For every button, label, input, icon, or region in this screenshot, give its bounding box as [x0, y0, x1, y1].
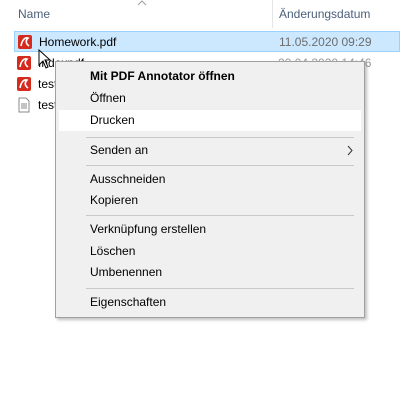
menu-item-open[interactable]: Öffnen [59, 88, 361, 109]
context-menu: Mit PDF Annotator öffnen Öffnen Drucken … [55, 61, 365, 318]
pdf-annotator-icon [17, 77, 31, 91]
file-name: Homework.pdf [39, 35, 117, 49]
menu-separator [86, 288, 354, 289]
menu-separator [86, 215, 354, 216]
sort-arrow-icon [137, 0, 147, 6]
menu-separator [86, 137, 354, 138]
chevron-right-icon [347, 145, 353, 156]
file-date: 11.05.2020 09:29 [279, 35, 372, 49]
pdf-annotator-icon [17, 56, 31, 70]
menu-item-copy[interactable]: Kopieren [59, 190, 361, 211]
menu-item-properties[interactable]: Eigenschaften [59, 292, 361, 313]
menu-item-label: Ausschneiden [90, 172, 166, 186]
column-header-name[interactable]: Name [18, 7, 50, 21]
menu-item-label: Drucken [90, 113, 135, 127]
menu-item-label: Verknüpfung erstellen [90, 222, 207, 236]
file-row[interactable]: Homework.pdf 11.05.2020 09:29 [14, 31, 400, 52]
menu-item-label: Kopieren [90, 193, 139, 207]
column-header-bar: Name Änderungsdatum [0, 0, 400, 28]
menu-item-label: Mit PDF Annotator öffnen [90, 69, 235, 83]
menu-item-label: Senden an [90, 143, 149, 157]
menu-item-open-with-pdf-annotator[interactable]: Mit PDF Annotator öffnen [59, 66, 361, 87]
menu-item-print[interactable]: Drucken [59, 110, 361, 131]
column-divider[interactable] [272, 0, 273, 28]
menu-item-delete[interactable]: Löschen [59, 241, 361, 262]
menu-item-create-shortcut[interactable]: Verknüpfung erstellen [59, 219, 361, 240]
menu-item-label: Öffnen [90, 91, 126, 105]
menu-separator [86, 165, 354, 166]
menu-item-label: Eigenschaften [90, 295, 167, 309]
menu-item-send-to[interactable]: Senden an [59, 140, 361, 161]
menu-item-rename[interactable]: Umbenennen [59, 262, 361, 283]
column-header-date[interactable]: Änderungsdatum [279, 7, 370, 21]
menu-item-cut[interactable]: Ausschneiden [59, 169, 361, 190]
menu-item-label: Löschen [90, 244, 136, 258]
pdf-annotator-icon [18, 35, 32, 49]
menu-item-label: Umbenennen [90, 265, 163, 279]
mouse-cursor-icon [38, 49, 52, 69]
text-file-icon [18, 97, 30, 113]
